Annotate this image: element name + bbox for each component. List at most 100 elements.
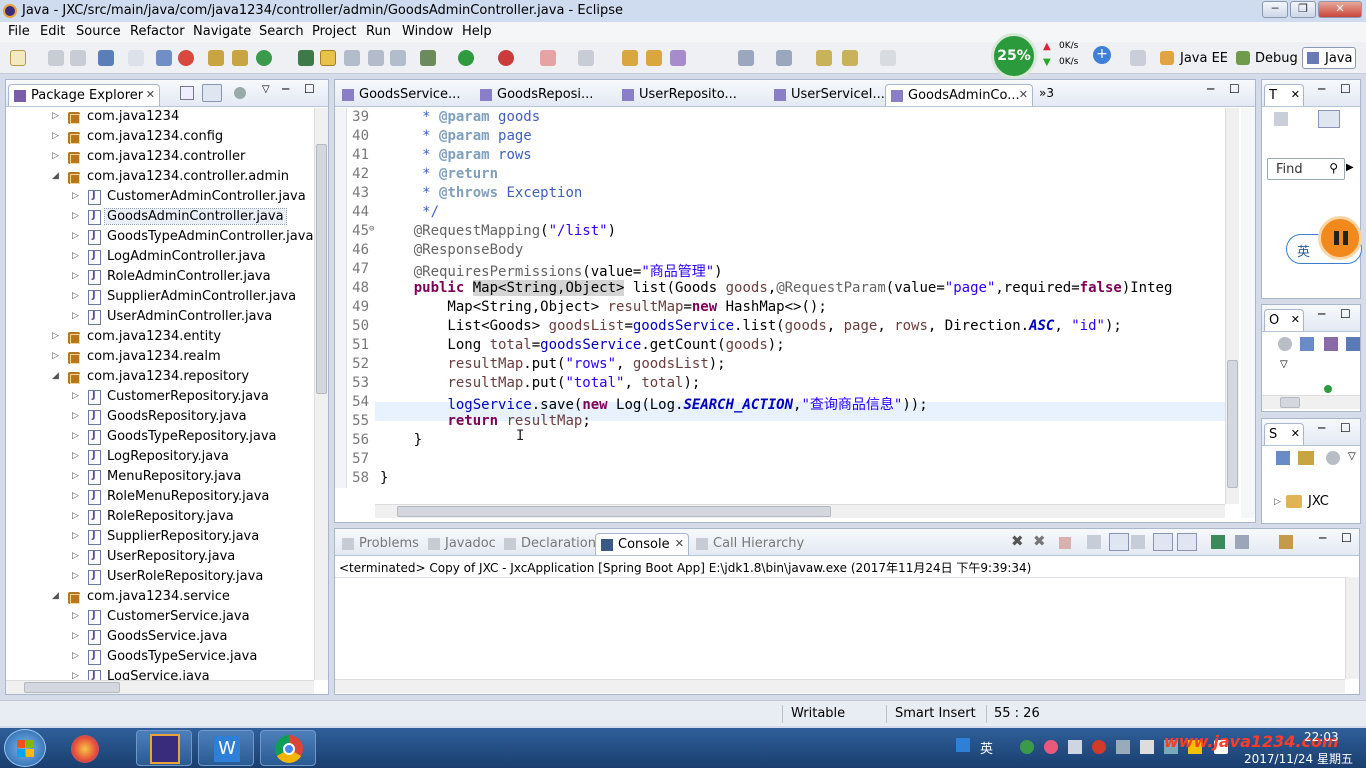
outline-hscroll[interactable] <box>1262 395 1360 409</box>
collapsed-arrow-icon[interactable]: ▷ <box>72 631 79 641</box>
menu-search[interactable]: Search <box>259 24 304 39</box>
tray-security-icon[interactable] <box>1092 740 1106 754</box>
tab-goods-admin-controller[interactable]: GoodsAdminCo... ✕ <box>885 84 1033 106</box>
tab-call-hierarchy[interactable]: Call Hierarchy <box>691 533 807 555</box>
tree-file-item[interactable]: ▷ UserAdminController.java <box>6 308 306 328</box>
link-icon[interactable] <box>1298 451 1314 465</box>
code-line[interactable]: @RequestMapping("/list") <box>380 223 616 242</box>
tree-file-item[interactable]: ▷ GoodsService.java <box>6 628 306 648</box>
back-icon[interactable] <box>842 50 858 66</box>
tray-usb-icon[interactable] <box>1116 740 1130 754</box>
tray-display-icon[interactable] <box>1068 740 1082 754</box>
close-button[interactable]: ✕ <box>1318 1 1362 18</box>
tree-file-item[interactable]: ▷ CustomerAdminController.java <box>6 188 306 208</box>
sort-icon[interactable] <box>1300 337 1314 351</box>
tree-file-item[interactable]: ▷ RoleMenuRepository.java <box>6 488 306 508</box>
editor-vscroll-thumb[interactable] <box>1227 360 1238 488</box>
code-line[interactable]: Long total=goodsService.getCount(goods); <box>380 337 784 356</box>
perspective-debug[interactable]: Debug <box>1255 51 1298 66</box>
editor-hscroll[interactable] <box>375 504 1225 518</box>
filter-icon[interactable] <box>1326 451 1340 465</box>
code-line[interactable]: */ <box>380 204 439 223</box>
code-line[interactable]: logService.save(new Log(Log.SEARCH_ACTIO… <box>380 394 927 413</box>
collapsed-arrow-icon[interactable]: ▷ <box>72 471 79 481</box>
collapse-icon[interactable] <box>1276 451 1290 465</box>
package-tree-vscroll[interactable] <box>314 108 328 680</box>
tree-file-item[interactable]: ▷ SupplierAdminController.java <box>6 288 306 308</box>
tree-file-item[interactable]: ▷ MenuRepository.java <box>6 468 306 488</box>
new-icon[interactable] <box>10 50 26 66</box>
tab-declaration[interactable]: Declaration <box>499 533 596 555</box>
clear-console-icon[interactable] <box>1087 535 1101 549</box>
recording-pause-icon[interactable] <box>1318 216 1362 260</box>
find-menu-arrow-icon[interactable]: ▶ <box>1346 162 1354 173</box>
scroll-lock-icon[interactable] <box>1109 533 1129 551</box>
collapsed-arrow-icon[interactable]: ▷ <box>72 611 79 621</box>
tab-problems[interactable]: Problems <box>337 533 423 555</box>
code-line[interactable]: * @throws Exception <box>380 185 582 204</box>
collapse-all-icon[interactable] <box>180 86 194 100</box>
tree-file-item[interactable]: ▷ CustomerRepository.java <box>6 388 306 408</box>
save-icon[interactable] <box>48 50 64 66</box>
code-line[interactable]: public Map<String,Object> list(Goods goo… <box>380 280 1172 299</box>
menu-help[interactable]: Help <box>462 24 492 39</box>
tray-clock-time[interactable]: 22:03 <box>1304 730 1339 744</box>
maximize-button[interactable]: ❐ <box>1290 1 1316 18</box>
tree-file-item[interactable]: ▷ RoleRepository.java <box>6 508 306 528</box>
minimize-view-icon[interactable]: ─ <box>1318 307 1325 321</box>
code-line[interactable]: return resultMap; <box>380 413 590 432</box>
link-with-editor-icon[interactable] <box>202 84 222 102</box>
tree-package-item[interactable]: ◢ com.java1234.repository <box>6 368 306 388</box>
expanded-arrow-icon[interactable]: ◢ <box>52 591 59 601</box>
code-area[interactable]: 39 * @param goods 40 * @param page 41 * @p… <box>335 108 1225 488</box>
code-line[interactable]: Map<String,Object> resultMap=new HashMap… <box>380 299 826 318</box>
tray-volume-icon[interactable] <box>1140 740 1154 754</box>
ime-q-icon[interactable] <box>956 738 970 752</box>
minimize-editor-icon[interactable]: ─ <box>1207 82 1214 96</box>
collapsed-arrow-icon[interactable]: ▷ <box>72 571 79 581</box>
last-edit-icon[interactable] <box>816 50 832 66</box>
tab-task-list[interactable]: T ✕ <box>1264 84 1304 106</box>
open-type-icon[interactable] <box>298 50 314 66</box>
tab-goods-repository[interactable]: GoodsReposi... <box>475 84 615 106</box>
close-icon[interactable]: ✕ <box>1291 427 1300 440</box>
collapsed-arrow-icon[interactable]: ▷ <box>72 651 79 661</box>
next-annotation-icon[interactable] <box>738 50 754 66</box>
taskbar-app-eclipse[interactable] <box>136 730 192 766</box>
tree-package-item[interactable]: ▷ com.java1234.config <box>6 128 306 148</box>
skip-breakpoints-icon[interactable] <box>128 50 144 66</box>
pin-console-icon[interactable] <box>1211 535 1225 549</box>
tray-clock-date[interactable]: 2017/11/24 星期五 <box>1244 750 1353 767</box>
menu-refactor[interactable]: Refactor <box>130 24 185 39</box>
code-line[interactable]: @ResponseBody <box>380 242 524 261</box>
open-perspective-icon[interactable] <box>1130 50 1146 66</box>
editor-vscroll[interactable] <box>1225 108 1239 504</box>
categorize-icon[interactable] <box>1318 110 1340 128</box>
menu-file[interactable]: File <box>8 24 30 39</box>
perspective-java-active[interactable]: Java <box>1302 47 1356 69</box>
tree-file-item[interactable]: ▷ GoodsTypeRepository.java <box>6 428 306 448</box>
status-insert-mode[interactable]: Smart Insert <box>895 706 976 721</box>
code-line[interactable]: resultMap.put("rows", goodsList); <box>380 356 725 375</box>
maximize-editor-icon[interactable]: ☐ <box>1229 82 1240 96</box>
tree-package-item[interactable]: ◢ com.java1234.controller.admin <box>6 168 306 188</box>
hide-fields-icon[interactable] <box>1278 337 1292 351</box>
expand-arrow-icon[interactable]: ▷ <box>1274 497 1281 507</box>
run-icon[interactable] <box>458 50 474 66</box>
tree-file-item[interactable]: ▷ SupplierRepository.java <box>6 528 306 548</box>
code-line[interactable]: } <box>380 470 388 488</box>
class-icon[interactable] <box>232 50 248 66</box>
perspective-javaee[interactable]: Java EE <box>1180 51 1228 66</box>
find-input[interactable]: Find ⚲ <box>1267 158 1345 180</box>
minimize-view-icon[interactable]: ─ <box>282 82 289 96</box>
collapsed-arrow-icon[interactable]: ▷ <box>72 191 79 201</box>
start-button[interactable] <box>4 729 46 767</box>
hide-nonpublic-icon[interactable] <box>1346 337 1360 351</box>
whitespace-icon[interactable] <box>390 50 406 66</box>
code-line[interactable]: * @param goods <box>380 109 540 128</box>
forward-icon[interactable] <box>880 50 896 66</box>
view-menu-icon[interactable]: ▽ <box>1348 451 1356 462</box>
minimize-console-icon[interactable]: ─ <box>1319 531 1326 545</box>
fold-collapse-icon[interactable]: ⊖ <box>369 224 374 234</box>
minimize-view-icon[interactable]: ─ <box>1318 82 1325 96</box>
